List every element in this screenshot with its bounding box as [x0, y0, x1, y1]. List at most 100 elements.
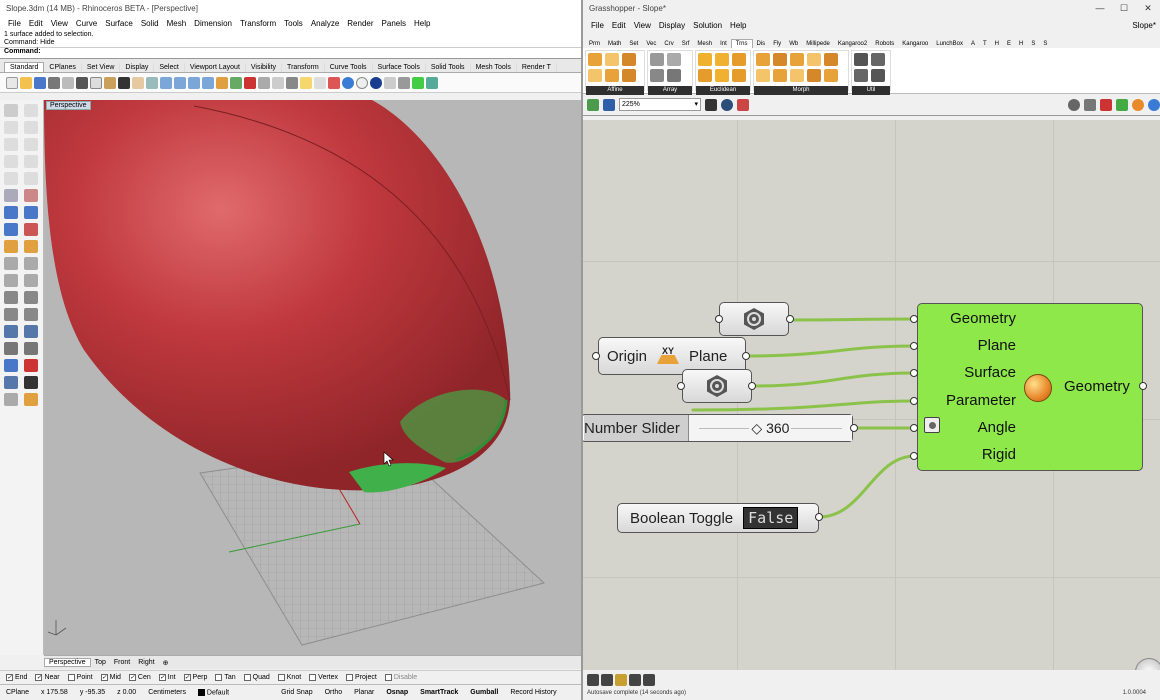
morph-icon[interactable]	[756, 53, 770, 66]
gh-tab[interactable]: Int	[716, 40, 731, 48]
euclidean-icon[interactable]	[715, 53, 729, 66]
render-icon[interactable]	[328, 76, 340, 89]
sketch-pen-icon[interactable]	[737, 98, 749, 111]
morph-icon[interactable]	[807, 69, 821, 82]
gh-tab[interactable]: Fly	[769, 40, 785, 48]
tab-right[interactable]: Right	[134, 659, 158, 666]
gh-tab[interactable]: Robots	[871, 40, 898, 48]
arc-icon[interactable]	[24, 138, 38, 151]
scale-icon[interactable]	[24, 308, 38, 321]
input-plane[interactable]: Plane	[978, 337, 1016, 354]
select-arrow-icon[interactable]	[4, 104, 18, 117]
points-on-icon[interactable]	[24, 359, 38, 372]
freeform-icon[interactable]	[24, 172, 38, 185]
gh-tab[interactable]: S	[1039, 40, 1051, 48]
layers-icon[interactable]	[4, 376, 18, 389]
tab-curve-tools[interactable]: Curve Tools	[325, 63, 373, 72]
gh-tab[interactable]: Mesh	[693, 40, 716, 48]
zoom-dropdown[interactable]: 225%	[619, 98, 701, 111]
tab-surface-tools[interactable]: Surface Tools	[373, 63, 426, 72]
gh-canvas[interactable]: Origin XY Plane Number Slider ◇ 360 Bool…	[583, 120, 1160, 670]
tools-icon[interactable]	[398, 76, 410, 89]
morph-icon[interactable]	[773, 69, 787, 82]
pin-geometry[interactable]	[910, 315, 918, 323]
rectangle-icon[interactable]	[4, 155, 18, 168]
status-cplane[interactable]: CPlane	[0, 689, 35, 696]
close-button[interactable]: ✕	[1136, 0, 1160, 16]
tab-front[interactable]: Front	[110, 659, 134, 666]
osnap-disable[interactable]: Disable	[384, 674, 417, 681]
select-icon[interactable]	[258, 76, 270, 89]
gh-menu-display[interactable]: Display	[659, 21, 685, 30]
gh-tab[interactable]: A	[967, 40, 979, 48]
surface-param[interactable]	[682, 369, 752, 403]
menu-mesh[interactable]: Mesh	[167, 19, 187, 28]
wireframe-icon[interactable]	[272, 76, 284, 89]
morph-icon[interactable]	[824, 69, 838, 82]
morph-icon[interactable]	[756, 69, 770, 82]
affine-icon[interactable]	[588, 69, 602, 82]
pin-parameter[interactable]	[910, 397, 918, 405]
array-icon[interactable]	[667, 69, 681, 82]
menu-render[interactable]: Render	[347, 19, 373, 28]
maximize-button[interactable]: ☐	[1112, 0, 1136, 16]
affine-icon[interactable]	[622, 53, 636, 66]
menu-transform[interactable]: Transform	[240, 19, 276, 28]
material-icon[interactable]	[342, 76, 354, 89]
xy-plane-output-pin[interactable]	[742, 352, 750, 360]
tab-transform[interactable]: Transform	[282, 63, 325, 72]
affine-icon[interactable]	[605, 69, 619, 82]
tab-solid-tools[interactable]: Solid Tools	[426, 63, 471, 72]
gh-doc-name[interactable]: Slope*	[1132, 21, 1156, 30]
osnap-point[interactable]: Point	[67, 674, 93, 681]
properties-icon[interactable]	[62, 76, 74, 89]
preview-mesh-icon[interactable]	[1116, 98, 1128, 111]
gh-tab[interactable]: T	[979, 40, 991, 48]
print-icon[interactable]	[48, 76, 60, 89]
euclidean-icon[interactable]	[698, 69, 712, 82]
dimension-icon[interactable]	[24, 342, 38, 355]
mesh-icon[interactable]	[24, 223, 38, 236]
osnap-vertex[interactable]: Vertex	[309, 674, 338, 681]
zoom-selected-icon[interactable]	[202, 76, 214, 89]
util-icon[interactable]	[871, 69, 885, 82]
array-icon[interactable]	[667, 53, 681, 66]
gh-menu-view[interactable]: View	[634, 21, 651, 30]
tab-visibility[interactable]: Visibility	[246, 63, 283, 72]
preview-sphere-icon[interactable]	[1148, 98, 1160, 111]
box-icon[interactable]	[4, 206, 18, 219]
menu-dimension[interactable]: Dimension	[194, 19, 232, 28]
gh-tab[interactable]: Wb	[785, 40, 802, 48]
gh-tab[interactable]: Set	[625, 40, 642, 48]
status-layer[interactable]: Default	[192, 688, 235, 696]
osnap-cen[interactable]: ✓ Cen	[128, 674, 151, 681]
gh-tab[interactable]: LunchBox	[932, 40, 967, 48]
cplane-icon[interactable]	[244, 76, 256, 89]
check-icon[interactable]	[24, 376, 38, 389]
trim-icon[interactable]	[4, 257, 18, 270]
gh-tab[interactable]: Math	[604, 40, 625, 48]
menu-panels[interactable]: Panels	[382, 19, 406, 28]
rotate-view-icon[interactable]	[146, 76, 158, 89]
boolean-icon[interactable]	[4, 240, 18, 253]
command-input[interactable]: Command:	[0, 48, 582, 59]
euclidean-icon[interactable]	[732, 53, 746, 66]
morph-icon[interactable]	[790, 69, 804, 82]
array-icon[interactable]	[650, 69, 664, 82]
number-slider[interactable]: Number Slider ◇ 360	[583, 414, 853, 442]
gh-tab[interactable]: H	[1015, 40, 1027, 48]
menu-solid[interactable]: Solid	[141, 19, 159, 28]
split-icon[interactable]	[24, 257, 38, 270]
surface-param-output-pin[interactable]	[748, 382, 756, 390]
menu-edit[interactable]: Edit	[29, 19, 43, 28]
gh-menu-file[interactable]: File	[591, 21, 604, 30]
toggle-gumball[interactable]: Gumball	[464, 689, 504, 696]
osnap-end[interactable]: ✓ End	[6, 674, 27, 681]
preview-selected-icon[interactable]	[1100, 98, 1112, 111]
gh-tab[interactable]: Srf	[678, 40, 694, 48]
pin-rigid[interactable]	[910, 452, 918, 460]
toggle-record-history[interactable]: Record History	[504, 689, 562, 696]
morph-icon[interactable]	[790, 53, 804, 66]
gh-tab[interactable]: Vec	[642, 40, 660, 48]
layer-icon[interactable]	[314, 76, 326, 89]
